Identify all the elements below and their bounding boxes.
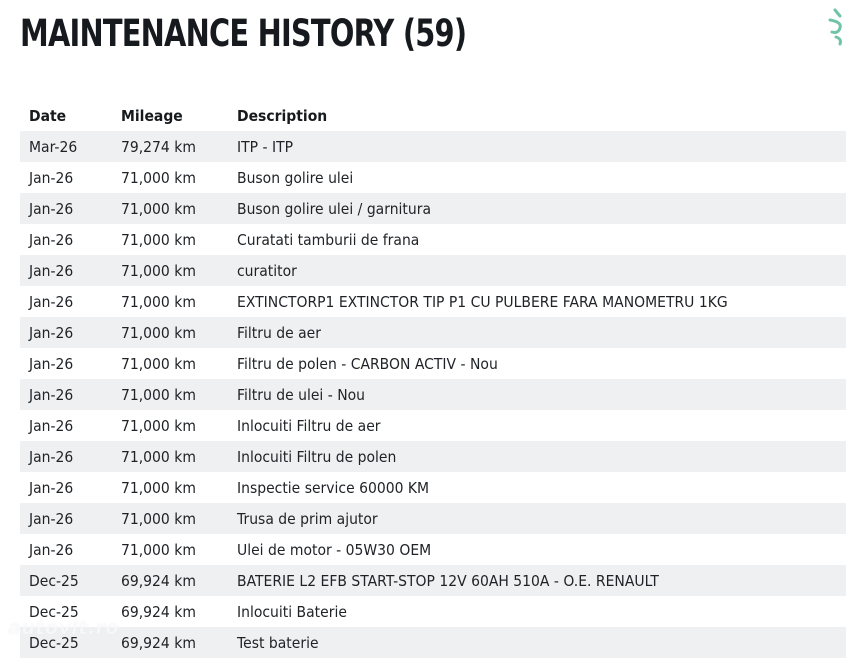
cell-mileage: 69,924 km <box>121 633 196 652</box>
table-row: Jan-26 71,000 km EXTINCTORP1 EXTINCTOR TIP… <box>20 286 846 317</box>
cell-date: Jan-26 <box>29 292 74 311</box>
cell-mileage: 71,000 km <box>121 509 196 528</box>
cell-date: Mar-26 <box>29 137 78 156</box>
table-row: Mar-26 79,274 km ITP - ITP <box>20 131 846 162</box>
cell-description: Buson golire ulei <box>237 168 354 187</box>
partial-brand-icon <box>828 8 842 46</box>
cell-description: Test baterie <box>237 633 319 652</box>
table-row: Jan-26 71,000 km Trusa de prim ajutor <box>20 503 846 534</box>
cell-mileage: 71,000 km <box>121 447 196 466</box>
cell-date: Jan-26 <box>29 354 74 373</box>
cell-mileage: 69,924 km <box>121 602 196 621</box>
cell-mileage: 71,000 km <box>121 540 196 559</box>
cell-date: Jan-26 <box>29 540 74 559</box>
cell-date: Jan-26 <box>29 447 74 466</box>
cell-description: Ulei de motor - 05W30 OEM <box>237 540 432 559</box>
cell-mileage: 71,000 km <box>121 354 196 373</box>
table-row: Jan-26 71,000 km Buson golire ulei / garni… <box>20 193 846 224</box>
watermark-logo: autovit.ro <box>8 617 120 639</box>
cell-description: Filtru de polen - CARBON ACTIV - Nou <box>237 354 498 373</box>
table-row: Dec-25 69,924 km Inlocuiti Baterie <box>20 596 846 627</box>
table-row: Jan-26 71,000 km curatitor <box>20 255 846 286</box>
cell-date: Jan-26 <box>29 323 74 342</box>
cell-mileage: 71,000 km <box>121 292 196 311</box>
column-header-mileage: Mileage <box>121 106 183 125</box>
cell-description: Buson golire ulei / garnitura <box>237 199 432 218</box>
table-row: Dec-25 69,924 km Test baterie <box>20 627 846 658</box>
maintenance-history-table: Date Mileage Description Mar-26 79,274 km… <box>20 100 846 658</box>
cell-description: ITP - ITP <box>237 137 294 156</box>
cell-mileage: 71,000 km <box>121 168 196 187</box>
table-row: Jan-26 71,000 km Ulei de motor - 05W30 OEM <box>20 534 846 565</box>
cell-description: Filtru de aer <box>237 323 321 342</box>
cell-description: Curatati tamburii de frana <box>237 230 420 249</box>
cell-date: Jan-26 <box>29 230 74 249</box>
cell-description: Inlocuiti Filtru de polen <box>237 447 397 466</box>
table-row: Jan-26 71,000 km Buson golire ulei <box>20 162 846 193</box>
table-row: Jan-26 71,000 km Inlocuiti Filtru de polen <box>20 441 846 472</box>
table-row: Jan-26 71,000 km Filtru de ulei - Nou <box>20 379 846 410</box>
cell-mileage: 71,000 km <box>121 416 196 435</box>
table-row: Dec-25 69,924 km BATERIE L2 EFB START-STOP… <box>20 565 846 596</box>
cell-date: Jan-26 <box>29 199 74 218</box>
table-row: Jan-26 71,000 km Filtru de polen - CARBON … <box>20 348 846 379</box>
cell-description: Inlocuiti Filtru de aer <box>237 416 381 435</box>
column-header-description: Description <box>237 106 328 125</box>
cell-description: EXTINCTORP1 EXTINCTOR TIP P1 CU PULBERE … <box>237 292 728 311</box>
page-title: MAINTENANCE HISTORY (59) <box>20 12 467 55</box>
cell-date: Jan-26 <box>29 168 74 187</box>
cell-mileage: 71,000 km <box>121 323 196 342</box>
table-row: Jan-26 71,000 km Inspectie service 60000 K… <box>20 472 846 503</box>
table-row: Jan-26 71,000 km Curatati tamburii de fran… <box>20 224 846 255</box>
cell-mileage: 71,000 km <box>121 199 196 218</box>
cell-description: Inlocuiti Baterie <box>237 602 347 621</box>
cell-description: Inspectie service 60000 KM <box>237 478 430 497</box>
cell-mileage: 71,000 km <box>121 230 196 249</box>
cell-mileage: 71,000 km <box>121 478 196 497</box>
table-header-row: Date Mileage Description <box>20 100 846 131</box>
cell-date: Jan-26 <box>29 509 74 528</box>
cell-description: Filtru de ulei - Nou <box>237 385 366 404</box>
table-body: Mar-26 79,274 km ITP - ITP Jan-26 71,000 km B… <box>20 131 846 658</box>
cell-mileage: 71,000 km <box>121 261 196 280</box>
cell-date: Jan-26 <box>29 261 74 280</box>
cell-date: Dec-25 <box>29 571 79 590</box>
column-header-date: Date <box>29 106 67 125</box>
cell-description: curatitor <box>237 261 297 280</box>
cell-date: Jan-26 <box>29 416 74 435</box>
cell-description: Trusa de prim ajutor <box>237 509 378 528</box>
cell-mileage: 71,000 km <box>121 385 196 404</box>
cell-date: Jan-26 <box>29 478 74 497</box>
cell-mileage: 79,274 km <box>121 137 196 156</box>
cell-date: Jan-26 <box>29 385 74 404</box>
table-row: Jan-26 71,000 km Filtru de aer <box>20 317 846 348</box>
cell-mileage: 69,924 km <box>121 571 196 590</box>
table-row: Jan-26 71,000 km Inlocuiti Filtru de aer <box>20 410 846 441</box>
cell-description: BATERIE L2 EFB START-STOP 12V 60AH 510A … <box>237 571 659 590</box>
